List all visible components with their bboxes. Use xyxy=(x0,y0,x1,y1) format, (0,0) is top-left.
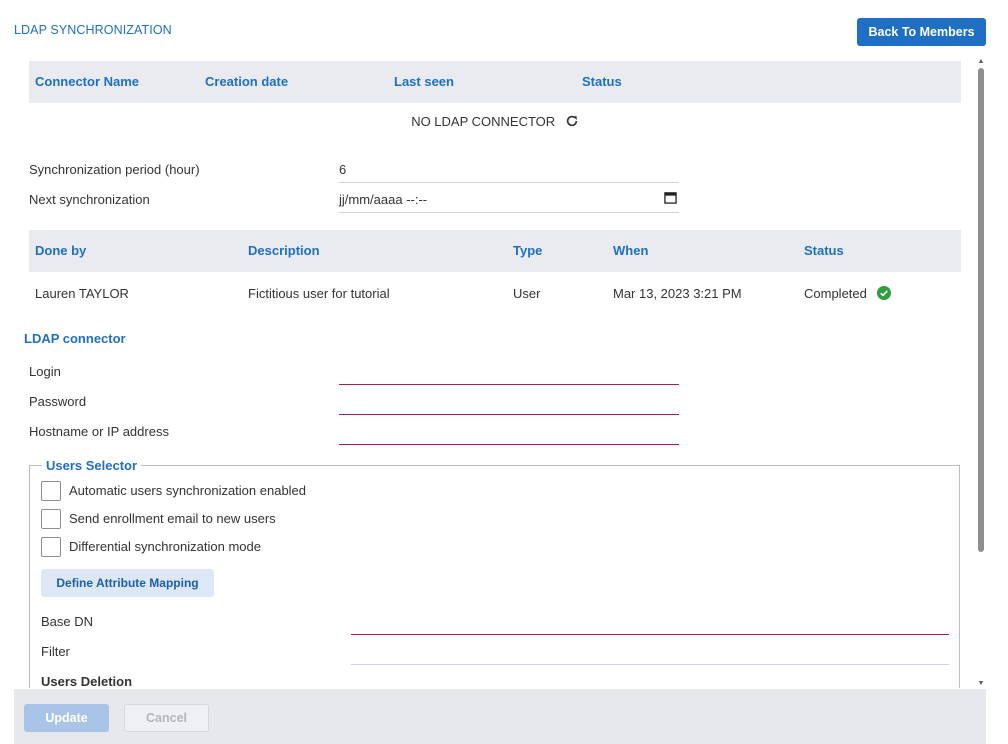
cell-description: Fictitious user for tutorial xyxy=(248,286,390,301)
calendar-icon[interactable] xyxy=(664,191,677,207)
auto-sync-label: Automatic users synchronization enabled xyxy=(69,483,307,498)
column-header-when[interactable]: When xyxy=(613,230,648,272)
login-field[interactable] xyxy=(339,384,679,385)
users-selector-fieldset: Users Selector Automatic users synchroni… xyxy=(29,458,960,688)
auto-sync-checkbox[interactable] xyxy=(41,481,61,501)
cell-status: Completed xyxy=(804,286,891,303)
history-table-header: Done by Description Type When Status xyxy=(29,230,961,272)
define-attribute-mapping-button[interactable]: Define Attribute Mapping xyxy=(41,569,214,597)
column-header-last-seen[interactable]: Last seen xyxy=(394,61,454,103)
users-deletion-label: Users Deletion xyxy=(41,674,133,688)
column-header-creation-date[interactable]: Creation date xyxy=(205,61,288,103)
differential-sync-checkbox[interactable] xyxy=(41,537,61,557)
next-sync-underline xyxy=(339,212,679,213)
cell-when: Mar 13, 2023 3:21 PM xyxy=(613,286,742,301)
cell-type: User xyxy=(513,286,541,301)
vertical-scrollbar[interactable]: ▲ ▼ xyxy=(977,58,985,688)
hostname-field[interactable] xyxy=(339,444,679,445)
differential-sync-label: Differential synchronization mode xyxy=(69,539,261,554)
page-title: LDAP SYNCHRONIZATION xyxy=(14,23,172,37)
enrollment-email-checkbox[interactable] xyxy=(41,509,61,529)
refresh-icon[interactable] xyxy=(565,114,579,131)
next-sync-label: Next synchronization xyxy=(29,192,150,207)
status-text: Completed xyxy=(804,286,867,301)
sync-period-label: Synchronization period (hour) xyxy=(29,162,200,177)
update-button[interactable]: Update xyxy=(24,704,109,732)
column-header-type[interactable]: Type xyxy=(513,230,542,272)
enrollment-email-label: Send enrollment email to new users xyxy=(69,511,276,526)
column-header-status[interactable]: Status xyxy=(804,230,844,272)
filter-field[interactable] xyxy=(351,664,949,665)
no-connector-message: NO LDAP CONNECTOR xyxy=(14,114,976,131)
sync-period-underline xyxy=(339,182,679,183)
password-label: Password xyxy=(29,394,87,409)
column-header-status[interactable]: Status xyxy=(582,61,622,103)
ldap-connector-title: LDAP connector xyxy=(24,331,126,346)
hostname-label: Hostname or IP address xyxy=(29,424,169,439)
next-sync-input[interactable]: jj/mm/aaaa --:-- xyxy=(339,192,427,207)
base-dn-label: Base DN xyxy=(41,614,94,629)
filter-label: Filter xyxy=(41,644,70,659)
scroll-down-icon[interactable]: ▼ xyxy=(977,680,985,688)
scrollbar-thumb[interactable] xyxy=(978,68,984,552)
no-connector-text: NO LDAP CONNECTOR xyxy=(411,114,556,129)
column-header-description[interactable]: Description xyxy=(248,230,320,272)
users-selector-legend: Users Selector xyxy=(42,458,142,473)
scroll-up-icon[interactable]: ▲ xyxy=(977,58,985,66)
connectors-table-header: Connector Name Creation date Last seen S… xyxy=(29,61,961,103)
sync-period-input[interactable]: 6 xyxy=(339,162,346,177)
back-to-members-button[interactable]: Back To Members xyxy=(857,18,986,46)
column-header-done-by[interactable]: Done by xyxy=(35,230,86,272)
login-label: Login xyxy=(29,364,61,379)
check-circle-icon xyxy=(876,286,891,303)
password-field[interactable] xyxy=(339,414,679,415)
column-header-connector-name[interactable]: Connector Name xyxy=(35,61,139,103)
content-scroll-area[interactable]: Connector Name Creation date Last seen S… xyxy=(14,58,976,688)
cell-done-by: Lauren TAYLOR xyxy=(35,286,129,301)
footer-bar: Update Cancel xyxy=(14,689,986,744)
base-dn-field[interactable] xyxy=(351,634,949,635)
cancel-button[interactable]: Cancel xyxy=(124,704,209,732)
